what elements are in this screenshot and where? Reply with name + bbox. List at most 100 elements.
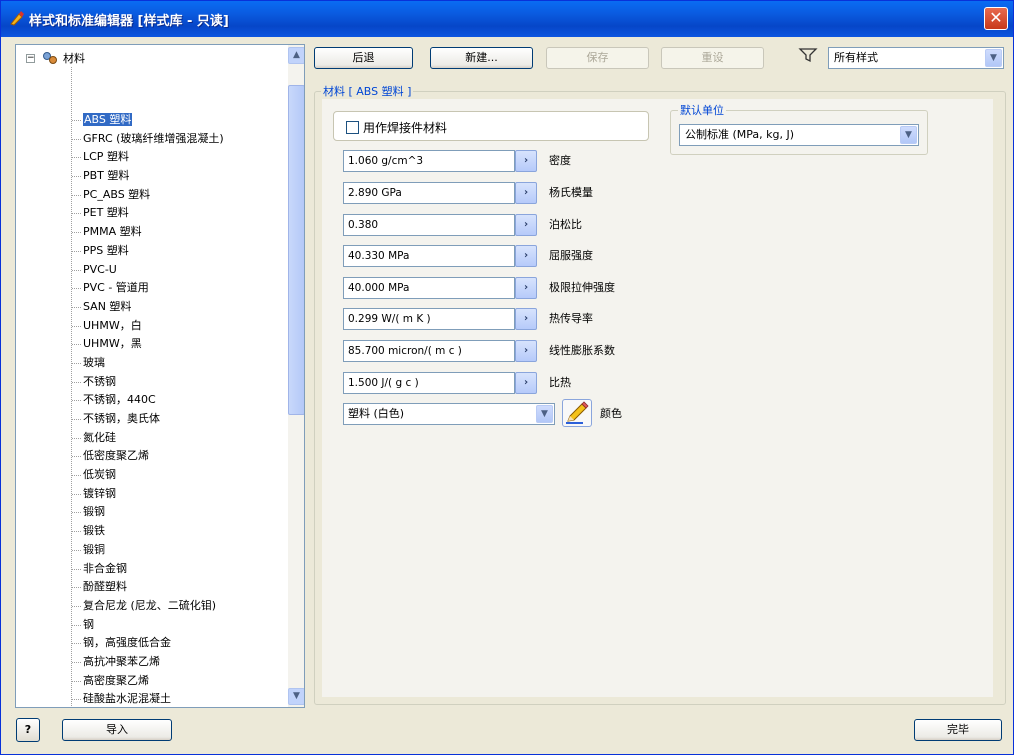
property-label: 杨氏模量 — [549, 186, 593, 199]
style-filter-select[interactable]: 所有样式 ▼ — [828, 47, 1004, 69]
done-button[interactable]: 完毕 — [914, 719, 1002, 741]
tree-item[interactable]: 高抗冲聚苯乙烯 — [72, 653, 224, 672]
property-expand-icon[interactable]: › — [515, 182, 537, 204]
tree-item[interactable]: 钢 — [72, 616, 224, 635]
tree-scrollbar[interactable]: ▲ ▼ — [288, 45, 304, 707]
back-button[interactable]: 后退 — [314, 47, 413, 69]
window-title: 样式和标准编辑器 [样式库 - 只读] — [29, 14, 229, 29]
tree-item[interactable]: 硅酸盐水泥混凝土 — [72, 690, 224, 707]
property-value-field[interactable]: 40.330 MPa — [343, 245, 515, 267]
tree-item[interactable]: 酚醛塑料 — [72, 578, 224, 597]
tree-item-label: 不锈钢，440C — [83, 393, 156, 407]
property-expand-icon[interactable]: › — [515, 308, 537, 330]
tree-item-label: PBT 塑料 — [83, 169, 130, 183]
tree-items: ABS 塑料 GFRC (玻璃纤维增强混凝土) LCP 塑料 PBT 塑料 PC_ABS… — [72, 111, 224, 707]
tree-item[interactable]: 氮化硅 — [72, 429, 224, 448]
tree-item-label: PC_ABS 塑料 — [83, 187, 151, 201]
property-expand-icon[interactable]: › — [515, 277, 537, 299]
tree-root-label: 材料 — [63, 52, 85, 65]
property-value-field[interactable]: 2.890 GPa — [343, 182, 515, 204]
collapse-icon[interactable]: − — [26, 53, 35, 63]
tree-item[interactable]: 锻铁 — [72, 522, 224, 541]
property-label: 线性膨胀系数 — [549, 344, 615, 357]
tree-item[interactable]: 玻璃 — [72, 354, 224, 373]
property-value-field[interactable]: 85.700 micron/( m c ) — [343, 340, 515, 362]
import-button[interactable]: 导入 — [62, 719, 172, 741]
tree-item[interactable]: GFRC (玻璃纤维增强混凝土) — [72, 130, 224, 149]
weld-material-option[interactable]: 用作焊接件材料 — [333, 111, 649, 141]
edit-color-button[interactable] — [562, 399, 592, 427]
tree-item[interactable]: PBT 塑料 — [72, 167, 224, 186]
tree-item-label: 酚醛塑料 — [83, 580, 127, 594]
tree-item[interactable]: 镀锌钢 — [72, 485, 224, 504]
tree-item[interactable]: 低炭钢 — [72, 466, 224, 485]
color-select[interactable]: 塑料 (白色) ▼ — [343, 403, 555, 425]
property-label: 热传导率 — [549, 312, 593, 325]
weld-material-checkbox[interactable] — [346, 121, 359, 134]
tree-item[interactable]: 低密度聚乙烯 — [72, 447, 224, 466]
chevron-down-icon[interactable]: ▼ — [900, 126, 917, 144]
tree-item[interactable]: UHMW，白 — [72, 317, 224, 336]
scroll-thumb[interactable] — [288, 85, 304, 415]
tree-item[interactable]: SAN 塑料 — [72, 298, 224, 317]
tree-item[interactable]: 锻钢 — [72, 503, 224, 522]
reset-button[interactable]: 重设 — [661, 47, 764, 69]
property-expand-icon[interactable]: › — [515, 214, 537, 236]
property-value-field[interactable]: 1.500 J/( g c ) — [343, 372, 515, 394]
tree-item[interactable]: 非合金钢 — [72, 560, 224, 579]
tree-item-label: PMMA 塑料 — [83, 225, 142, 239]
new-button[interactable]: 新建... — [430, 47, 533, 69]
scroll-down-icon[interactable]: ▼ — [288, 688, 304, 705]
property-value-field[interactable]: 0.380 — [343, 214, 515, 236]
property-expand-icon[interactable]: › — [515, 340, 537, 362]
tree-item-label: 不锈钢 — [83, 374, 116, 388]
tree-item[interactable]: LCP 塑料 — [72, 148, 224, 167]
property-value-field[interactable]: 1.060 g/cm^3 — [343, 150, 515, 172]
save-button[interactable]: 保存 — [546, 47, 649, 69]
property-expand-icon[interactable]: › — [515, 372, 537, 394]
tree-item[interactable]: PPS 塑料 — [72, 242, 224, 261]
tree-item[interactable]: 锻铜 — [72, 541, 224, 560]
tree-item[interactable]: PVC-U — [72, 261, 224, 280]
tree-item[interactable]: PET 塑料 — [72, 204, 224, 223]
tree-item-label: 高密度聚乙烯 — [83, 673, 149, 687]
tree-item[interactable]: UHMW，黑 — [72, 335, 224, 354]
style-editor-icon — [10, 11, 24, 26]
tree-item-label: 不锈钢，奥氏体 — [83, 412, 160, 425]
tree-item-label: PVC - 管道用 — [83, 281, 149, 295]
property-label: 泊松比 — [549, 218, 582, 231]
tree-item-label: PVC-U — [83, 262, 117, 276]
weld-material-label: 用作焊接件材料 — [363, 121, 448, 135]
color-value: 塑料 (白色) — [348, 407, 405, 420]
tree-item[interactable]: 高密度聚乙烯 — [72, 672, 224, 691]
close-button[interactable]: ✕ — [984, 7, 1008, 30]
chevron-down-icon[interactable]: ▼ — [985, 49, 1002, 67]
units-select[interactable]: 公制标准 (MPa, kg, J) ▼ — [679, 124, 919, 146]
scroll-up-icon[interactable]: ▲ — [288, 47, 304, 64]
property-value-field[interactable]: 40.000 MPa — [343, 277, 515, 299]
property-expand-icon[interactable]: › — [515, 150, 537, 172]
material-tree[interactable]: − 材料 ABS 塑料 GFRC (玻璃纤维增强混凝土) LCP 塑料 PBT 塑料 P… — [15, 44, 305, 708]
property-label: 屈服强度 — [549, 249, 593, 262]
property-value-field[interactable]: 0.299 W/( m K ) — [343, 308, 515, 330]
tree-root-materials[interactable]: − 材料 — [26, 50, 85, 66]
tree-item[interactable]: 复合尼龙 (尼龙、二硫化钼) — [72, 597, 224, 616]
tree-item-label: 低炭钢 — [83, 468, 116, 482]
tree-item[interactable]: PVC - 管道用 — [72, 279, 224, 298]
tree-item[interactable]: PC_ABS 塑料 — [72, 186, 224, 205]
tree-item-label: 镀锌钢 — [83, 486, 116, 500]
tree-item-label: 钢 — [83, 617, 94, 631]
tree-item[interactable]: 不锈钢，440C — [72, 391, 224, 410]
property-expand-icon[interactable]: › — [515, 245, 537, 267]
tree-item[interactable]: 钢，高强度低合金 — [72, 634, 224, 653]
tree-item-label: UHMW，黑 — [83, 337, 142, 351]
chevron-down-icon[interactable]: ▼ — [536, 405, 553, 423]
tree-item[interactable]: 不锈钢 — [72, 373, 224, 392]
tree-item[interactable]: ABS 塑料 — [72, 111, 224, 130]
property-label: 极限拉伸强度 — [549, 281, 615, 294]
tree-item[interactable]: PMMA 塑料 — [72, 223, 224, 242]
style-editor-window: 样式和标准编辑器 [样式库 - 只读] ✕ − 材料 ABS 塑料 GFRC (玻… — [0, 0, 1014, 755]
help-button[interactable]: ? — [16, 718, 40, 742]
filter-icon[interactable] — [798, 47, 818, 63]
tree-item[interactable]: 不锈钢，奥氏体 — [72, 410, 224, 429]
